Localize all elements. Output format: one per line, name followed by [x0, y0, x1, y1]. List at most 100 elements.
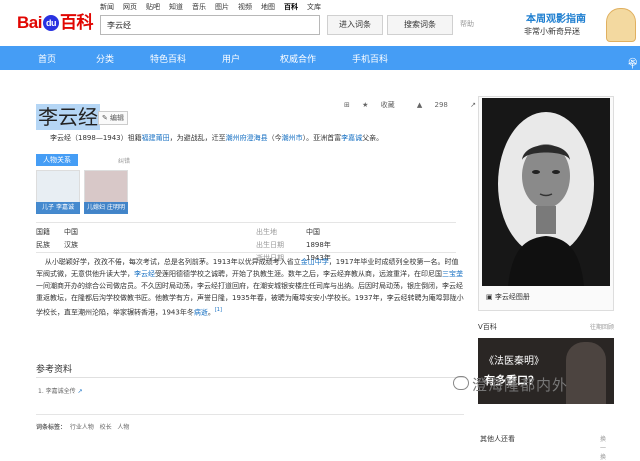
- top-bar: Bai du 百科 新闻 网页 贴吧 知道 音乐 图片 视频 地图 百科 文库 李云经 进入词条 搜索…: [0, 0, 640, 46]
- link-putian[interactable]: 莆田: [156, 134, 170, 142]
- tags-label: 词条标签：: [36, 424, 67, 431]
- link-li-yunjing[interactable]: 李云经: [134, 270, 155, 278]
- thumb-up-icon: ▲: [416, 101, 423, 109]
- tag-item[interactable]: 行业人物: [70, 424, 94, 431]
- promo-subtitle: 非常小新奇异迷: [524, 27, 580, 36]
- link-chenghai[interactable]: 澄海县: [247, 134, 268, 142]
- vbaike-more-link[interactable]: 往期回顾: [590, 322, 614, 331]
- promo-title: 本周观影指南: [526, 14, 586, 25]
- album-caption: 李云经图册: [494, 293, 530, 301]
- others-viewed-title: 其他人还看: [480, 435, 515, 443]
- summary-text: 父亲。: [362, 134, 384, 142]
- like-button[interactable]: ▲ 298: [417, 101, 458, 109]
- relation-tab[interactable]: 人物关系: [36, 154, 78, 166]
- pencil-icon: ✎: [101, 114, 108, 122]
- mainnav-mobile[interactable]: 手机百科: [352, 52, 388, 65]
- tag-item[interactable]: 人物: [117, 424, 129, 431]
- references-heading: 参考资料: [36, 365, 73, 375]
- biography-paragraph: 从小聪颖好学，孜孜不倦，每次考试，总是名列前茅。1913年以优异成绩考入省立金山…: [36, 256, 464, 318]
- link-semarang[interactable]: 三宝垄: [442, 270, 463, 278]
- link-jinshan-school[interactable]: 金山中学: [301, 258, 329, 266]
- para-text: 从小聪颖好学，孜孜不倦，每次考试，总是名列前茅。1913年以优异成绩考入省立: [44, 258, 301, 266]
- edit-button[interactable]: ✎ 编辑: [98, 111, 128, 125]
- search-entry-button[interactable]: 搜索词条: [387, 15, 453, 35]
- link-li-ka-shing[interactable]: 李嘉诚: [341, 134, 362, 142]
- portrait-photo[interactable]: [482, 98, 610, 286]
- portrait-image: [482, 98, 610, 286]
- edit-label: 编辑: [110, 114, 125, 122]
- info-value: 汉族: [64, 241, 78, 249]
- link-chaozhou[interactable]: 潮州市: [282, 134, 303, 142]
- image-icon: ▣: [486, 293, 493, 301]
- nav-news[interactable]: 新闻: [100, 3, 114, 11]
- info-value: 中国: [64, 228, 78, 236]
- info-value: 中国: [306, 228, 320, 236]
- movie-title: 《法医秦明》: [484, 356, 544, 367]
- refresh-link[interactable]: 换一换: [600, 434, 606, 461]
- cartoon-character-icon: [606, 8, 636, 42]
- watermark: 澄海隆都内外: [472, 376, 569, 394]
- main-nav: 首页 分类 特色百科 用户 权威合作 手机百科 ☺ 个人中心: [0, 46, 640, 110]
- movie-figure: [566, 342, 606, 404]
- help-link[interactable]: 帮助: [460, 19, 474, 29]
- external-link-icon: ↗: [77, 388, 83, 395]
- nav-zhidao[interactable]: 知道: [169, 3, 183, 11]
- vbaike-title: V百科: [478, 323, 497, 331]
- reference-text: 1. 李嘉诚全传: [38, 388, 76, 395]
- relation-label-son: 儿子 李嘉诚: [36, 202, 80, 214]
- relation-correct-link[interactable]: 纠错: [118, 156, 130, 165]
- add-icon[interactable]: ⊞: [344, 101, 350, 109]
- tag-item[interactable]: 校长: [100, 424, 112, 431]
- vbaike-header: V百科 往期回顾: [478, 322, 614, 334]
- link-fujian[interactable]: 福建: [142, 134, 156, 142]
- enter-entry-button[interactable]: 进入词条: [327, 15, 383, 35]
- entry-tags: 词条标签： 行业人物 校长 人物: [36, 422, 129, 431]
- info-key: 出生日期: [256, 241, 284, 249]
- nav-video[interactable]: 视频: [238, 3, 252, 11]
- nav-tieba[interactable]: 贴吧: [146, 3, 160, 11]
- favorite-label: 收藏: [380, 101, 395, 109]
- nav-music[interactable]: 音乐: [192, 3, 206, 11]
- nav-map[interactable]: 地图: [261, 3, 275, 11]
- para-text: 受莲阳德德学校之诚聘，开始了执教生涯。数年之后，李云经弃教从商，远渡重洋，在印尼…: [155, 270, 442, 278]
- reference-item[interactable]: 1. 李嘉诚全传 ↗: [38, 386, 83, 395]
- logo-text-left: Bai: [17, 13, 42, 32]
- link-died[interactable]: 病逝: [194, 308, 208, 316]
- citation-ref[interactable]: [1]: [215, 307, 222, 313]
- star-icon: ★: [362, 101, 369, 109]
- link-chaozhoufu[interactable]: 潮州府: [226, 134, 247, 142]
- like-count: 298: [434, 101, 448, 109]
- mainnav-home[interactable]: 首页: [38, 52, 56, 65]
- info-value: 1898年: [306, 241, 331, 249]
- share-icon: ↗: [470, 101, 476, 109]
- divider: [36, 377, 464, 378]
- paw-icon: du: [42, 15, 59, 31]
- others-viewed-header: 其他人还看 换一换: [480, 434, 606, 461]
- baidu-baike-logo[interactable]: Bai du 百科: [17, 8, 93, 33]
- search-input[interactable]: 李云经: [100, 15, 320, 35]
- summary-text: （今: [267, 134, 282, 142]
- nav-images[interactable]: 图片: [215, 3, 229, 11]
- favorite-button[interactable]: ★ 收藏: [362, 101, 405, 109]
- summary-text: 李云经（1898—1943）祖籍: [50, 134, 142, 142]
- wechat-icon: [453, 376, 469, 390]
- nav-web[interactable]: 网页: [123, 3, 137, 11]
- mainnav-partners[interactable]: 权威合作: [280, 52, 316, 65]
- divider: [36, 252, 456, 253]
- entry-summary: 李云经（1898—1943）祖籍福建莆田，为避战乱，迁至潮州府澄海县（今潮州市）…: [50, 132, 462, 144]
- para-text: 。: [207, 308, 215, 317]
- mainnav-featured[interactable]: 特色百科: [150, 52, 186, 65]
- mainnav-users[interactable]: 用户: [222, 52, 240, 65]
- page-title: 李云经: [36, 104, 100, 130]
- summary-text: ）。亚洲首富: [302, 134, 342, 142]
- logo-text-right: 百科: [59, 13, 94, 32]
- nav-baike[interactable]: 百科: [284, 3, 298, 11]
- summary-text: ，为避战乱，迁至: [169, 134, 226, 142]
- info-key: 民族: [36, 241, 50, 249]
- content-area: 李云经 ✎ 编辑 ⊞ ★ 收藏 ▲ 298 ↗ 1 李云经（1898—1943）…: [0, 70, 640, 461]
- product-nav: 新闻 网页 贴吧 知道 音乐 图片 视频 地图 百科 文库: [100, 2, 330, 12]
- mainnav-category[interactable]: 分类: [96, 52, 114, 65]
- nav-wenku[interactable]: 文库: [307, 3, 321, 11]
- album-link[interactable]: ▣ 李云经图册: [486, 292, 530, 302]
- promo-banner[interactable]: 本周观影指南 非常小新奇异迷: [520, 6, 638, 44]
